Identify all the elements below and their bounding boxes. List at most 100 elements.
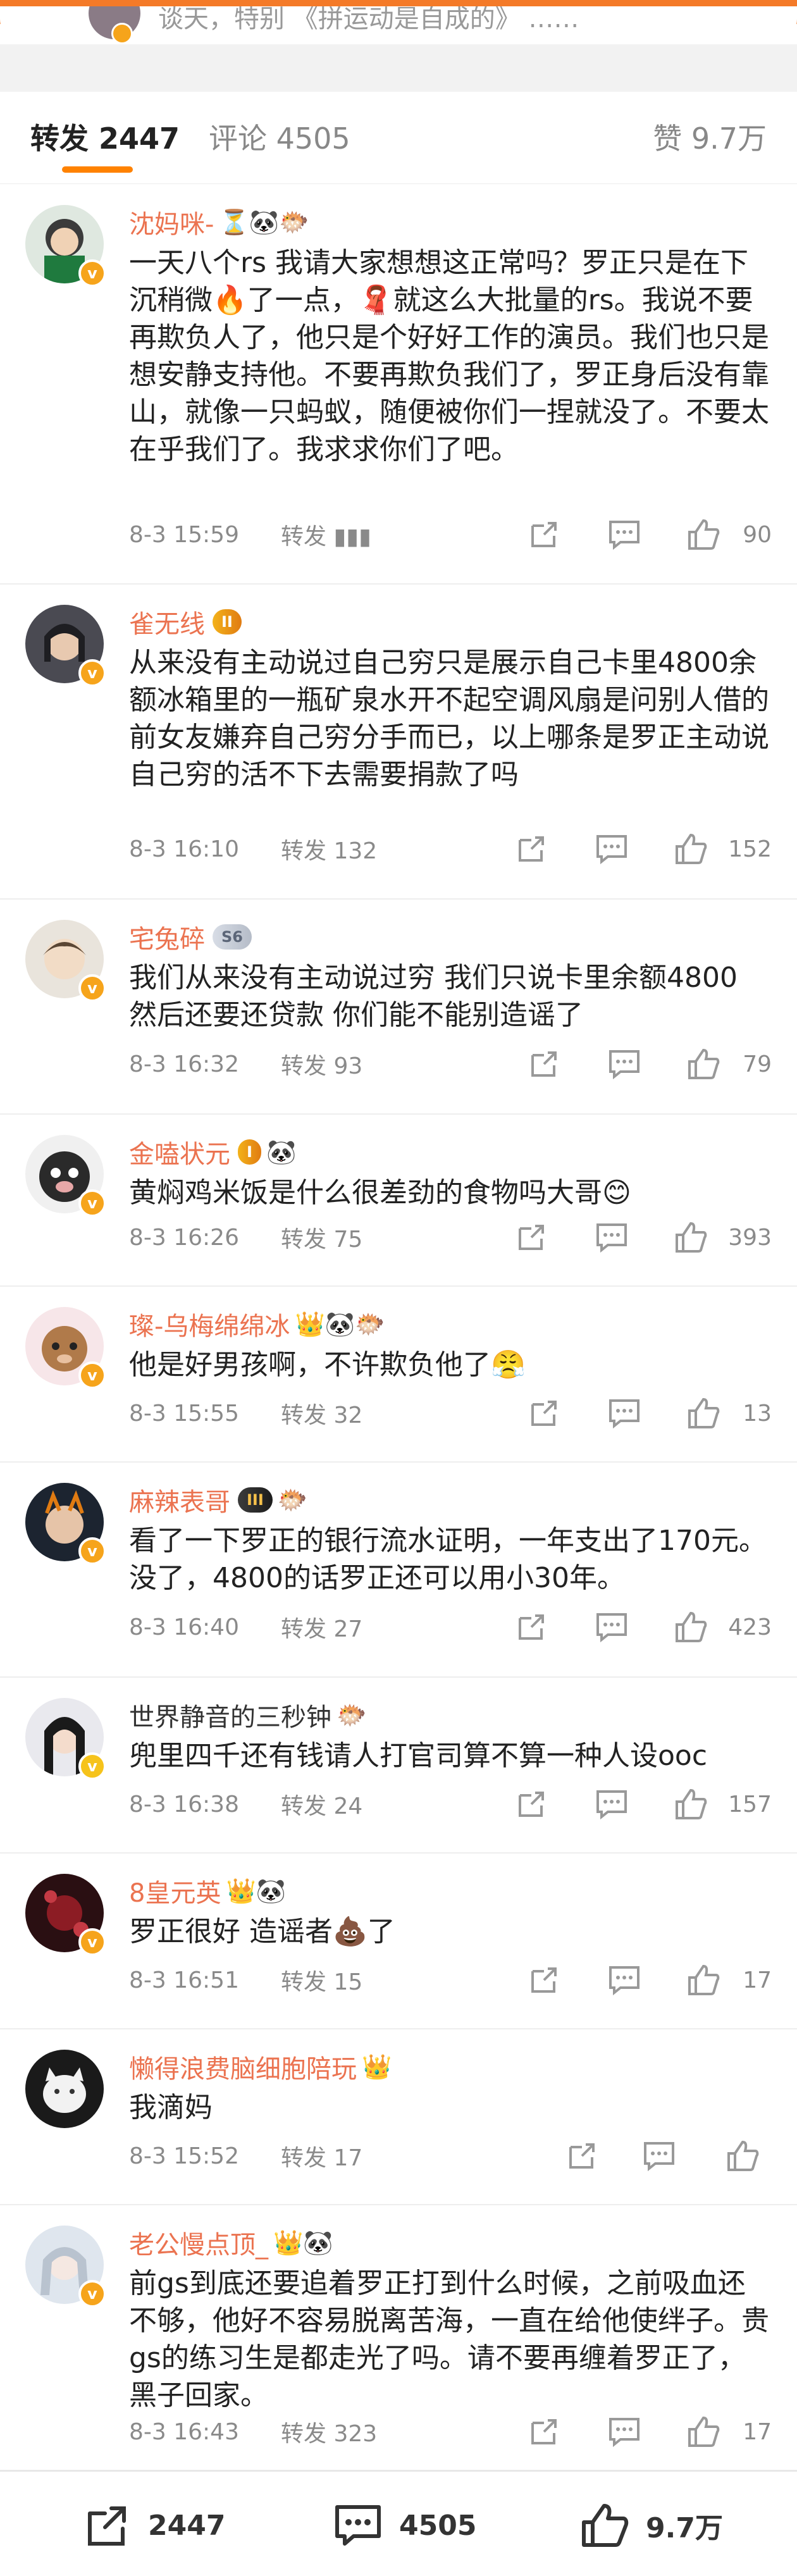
verified-badge-icon: v bbox=[78, 1361, 106, 1389]
comment-icon[interactable] bbox=[594, 1221, 629, 1254]
comment-item: v 8皇元英 👑🐼 罗正很好 造谣者💩了 8-3 16:51 转发 15 17 bbox=[0, 1852, 797, 2029]
repost-total: 2447 bbox=[148, 2509, 226, 2542]
comment-icon[interactable] bbox=[641, 2139, 677, 2172]
timestamp: 8-3 15:55 bbox=[129, 1400, 239, 1427]
share-icon[interactable] bbox=[528, 1964, 560, 1997]
comment-button[interactable]: 4505 bbox=[332, 2503, 476, 2548]
comment-meta: 8-3 16:40 转发 27 423 bbox=[129, 1608, 772, 1646]
share-icon[interactable] bbox=[565, 2139, 598, 2172]
comment-text: 看了一下罗正的银行流水证明，一年支出了170元。没了，4800的话罗正还可以用小… bbox=[129, 1525, 767, 1594]
comment-icon[interactable] bbox=[607, 1964, 642, 1997]
like-icon[interactable] bbox=[725, 2139, 760, 2172]
username[interactable]: 宅兔碎 bbox=[129, 919, 205, 955]
like-icon[interactable] bbox=[686, 1964, 721, 1997]
like-count: 17 bbox=[743, 1967, 772, 1993]
timestamp: 8-3 16:51 bbox=[129, 1967, 239, 1993]
verified-badge-icon: v bbox=[78, 659, 106, 687]
comment-icon[interactable] bbox=[594, 833, 629, 865]
name-row: 麻辣表哥 III 🐡 bbox=[129, 1483, 307, 1517]
username[interactable]: 麻辣表哥 bbox=[129, 1482, 230, 1518]
like-icon[interactable] bbox=[686, 1048, 721, 1081]
comment-icon[interactable] bbox=[607, 1048, 642, 1081]
like-icon[interactable] bbox=[686, 518, 721, 551]
like-icon[interactable] bbox=[673, 833, 708, 865]
name-row: 沈妈咪- ⏳🐼🐡 bbox=[129, 205, 309, 239]
share-icon[interactable] bbox=[528, 1397, 560, 1430]
comment-text: 我滴妈 bbox=[129, 2091, 213, 2124]
comment-icon[interactable] bbox=[607, 518, 642, 551]
share-icon[interactable] bbox=[528, 2415, 560, 2448]
share-icon[interactable] bbox=[528, 1048, 560, 1081]
comment-icon bbox=[332, 2503, 399, 2548]
repost-button[interactable]: 2447 bbox=[82, 2503, 225, 2548]
username[interactable]: 沈妈咪- bbox=[129, 204, 214, 240]
like-button[interactable]: 9.7万 bbox=[579, 2503, 723, 2548]
timestamp: 8-3 16:40 bbox=[129, 1614, 239, 1640]
comment-item: v 世界静音的三秒钟 🐡 兜里四千还有钱请人打官司算不算一种人设ooc 8-3 … bbox=[0, 1676, 797, 1854]
like-total: 9.7万 bbox=[646, 2512, 723, 2544]
tab-reposts[interactable]: 转发 2447 bbox=[30, 116, 180, 158]
verified-badge-icon: v bbox=[78, 974, 106, 1002]
repost-count[interactable]: 转发 93 bbox=[281, 1048, 509, 1081]
comment-text: 兜里四千还有钱请人打官司算不算一种人设ooc bbox=[129, 1740, 708, 1772]
comment-item: v 金嗑状元 I 🐼 黄焖鸡米饭是什么很差劲的食物吗大哥😊 8-3 16:26 … bbox=[0, 1113, 797, 1287]
verified-badge-icon: v bbox=[78, 2280, 106, 2308]
share-icon[interactable] bbox=[515, 833, 548, 865]
comment-item: v 沈妈咪- ⏳🐼🐡 一天八个rs 我请大家想想这正常吗？罗正只是在下沉稍微🔥了… bbox=[0, 183, 797, 585]
verified-badge-icon: v bbox=[78, 1752, 106, 1780]
username[interactable]: 世界静音的三秒钟 bbox=[129, 1697, 331, 1733]
comment-text: 他是好男孩啊，不许欺负他了😤 bbox=[129, 1349, 526, 1381]
username[interactable]: 老公慢点顶_ bbox=[129, 2224, 268, 2261]
comment-total: 4505 bbox=[399, 2509, 477, 2542]
level-badge: II bbox=[213, 609, 242, 635]
username[interactable]: 懒得浪费脑细胞陪玩 bbox=[129, 2048, 357, 2085]
share-icon[interactable] bbox=[515, 1611, 548, 1644]
repost-count[interactable]: 转发 ▮▮▮ bbox=[281, 518, 509, 551]
comment-meta: 8-3 16:38 转发 24 157 bbox=[129, 1785, 772, 1823]
repost-count[interactable]: 转发 132 bbox=[281, 833, 509, 865]
like-icon[interactable] bbox=[673, 1788, 708, 1821]
level-badge: S6 bbox=[213, 924, 252, 950]
repost-count[interactable]: 转发 24 bbox=[281, 1788, 509, 1821]
comment-item: v 麻辣表哥 III 🐡 看了一下罗正的银行流水证明，一年支出了170元。没了，… bbox=[0, 1461, 797, 1678]
comment-text: 罗正很好 造谣者💩了 bbox=[129, 1916, 395, 1948]
name-row: 老公慢点顶_ 👑🐼 bbox=[129, 2226, 333, 2260]
avatar[interactable] bbox=[25, 2050, 104, 2128]
timestamp: 8-3 16:43 bbox=[129, 2418, 239, 2445]
repost-count[interactable]: 转发 75 bbox=[281, 1221, 509, 1254]
username[interactable]: 金嗑状元 bbox=[129, 1134, 230, 1170]
like-icon[interactable] bbox=[686, 1397, 721, 1430]
share-icon[interactable] bbox=[515, 1221, 548, 1254]
repost-count[interactable]: 转发 15 bbox=[281, 1964, 509, 1997]
like-count: 157 bbox=[728, 1791, 772, 1817]
name-row: 宅兔碎 S6 bbox=[129, 920, 252, 954]
comment-meta: 8-3 15:59 转发 ▮▮▮ 90 bbox=[129, 516, 772, 554]
like-icon[interactable] bbox=[686, 2415, 721, 2448]
username[interactable]: 雀无线 bbox=[129, 604, 205, 640]
timestamp: 8-3 16:38 bbox=[129, 1791, 239, 1817]
share-icon[interactable] bbox=[528, 518, 560, 551]
like-icon[interactable] bbox=[673, 1611, 708, 1644]
share-icon[interactable] bbox=[515, 1788, 548, 1821]
repost-count[interactable]: 转发 32 bbox=[281, 1397, 509, 1430]
comment-item: v 老公慢点顶_ 👑🐼 前gs到底还要追着罗正打到什么时候，之前吸血还不够，他好… bbox=[0, 2204, 797, 2471]
comment-item: 懒得浪费脑细胞陪玩 👑 我滴妈 8-3 15:52 转发 17 bbox=[0, 2028, 797, 2205]
repost-count[interactable]: 转发 17 bbox=[281, 2139, 509, 2172]
username[interactable]: 8皇元英 bbox=[129, 1873, 221, 1909]
comment-icon[interactable] bbox=[594, 1611, 629, 1644]
tab-comments[interactable]: 评论 4505 bbox=[209, 116, 350, 158]
like-icon[interactable] bbox=[673, 1221, 708, 1254]
username[interactable]: 璨-乌梅绵绵冰 bbox=[129, 1306, 290, 1342]
comment-meta: 8-3 16:43 转发 323 17 bbox=[129, 2413, 772, 2451]
comment-item: v 雀无线 II 从来没有主动说过自己穷只是展示自己卡里4800余额冰箱里的一瓶… bbox=[0, 583, 797, 900]
like-icon bbox=[579, 2503, 646, 2548]
tab-likes[interactable]: 赞 9.7万 bbox=[653, 116, 767, 158]
repost-count[interactable]: 转发 27 bbox=[281, 1611, 509, 1644]
fan-badges-icon: ⏳🐼🐡 bbox=[219, 208, 309, 236]
repost-count[interactable]: 转发 323 bbox=[281, 2415, 509, 2448]
comment-icon[interactable] bbox=[607, 2415, 642, 2448]
fan-badges-icon: 🐼 bbox=[266, 1138, 297, 1166]
comment-icon[interactable] bbox=[594, 1788, 629, 1821]
comment-icon[interactable] bbox=[607, 1397, 642, 1430]
comment-meta: 8-3 15:52 转发 17 bbox=[129, 2137, 772, 2175]
